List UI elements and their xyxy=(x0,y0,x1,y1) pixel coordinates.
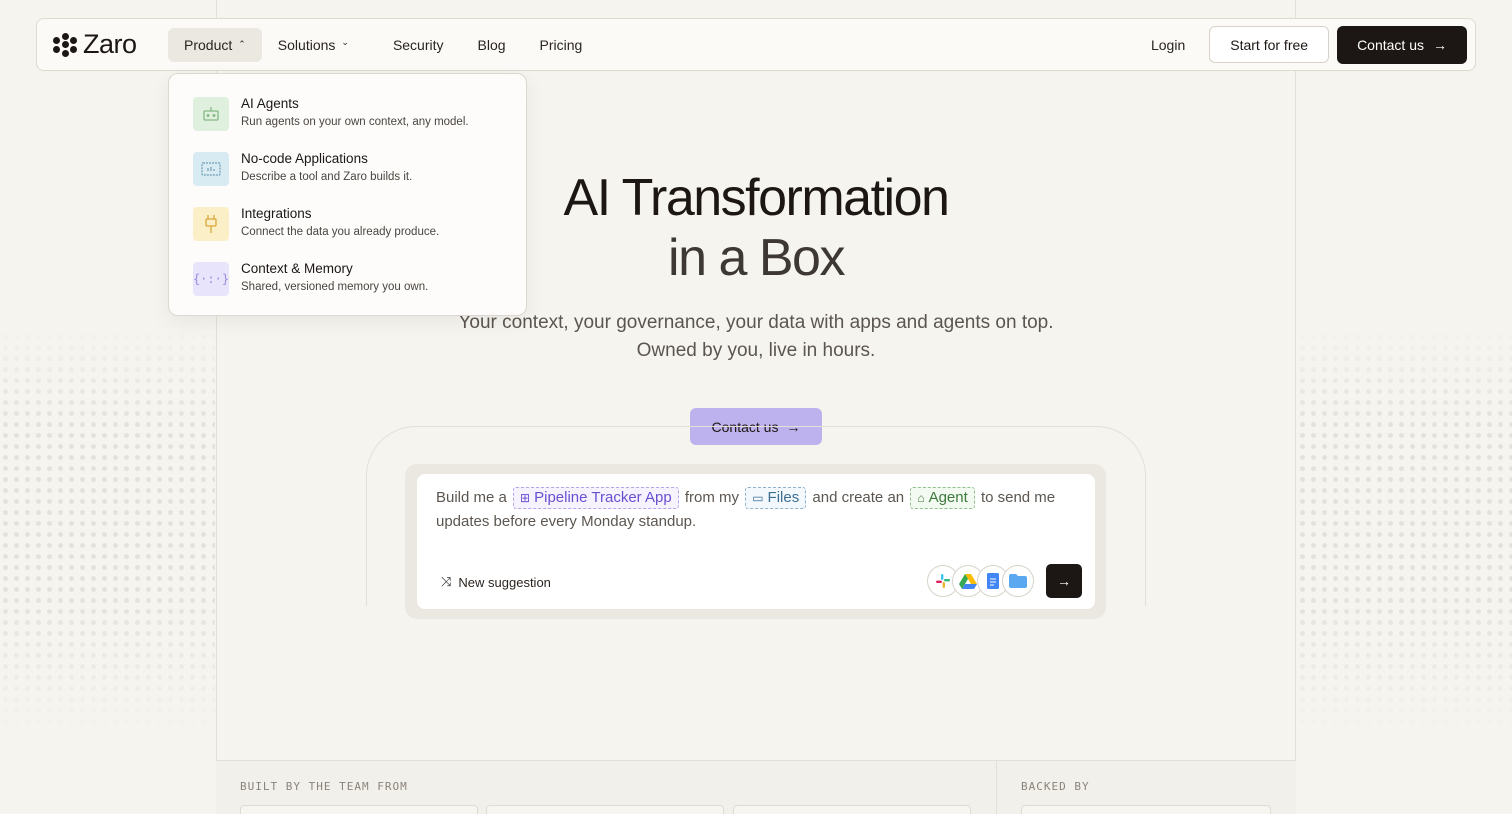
robot-icon: ⌂ xyxy=(917,491,925,505)
braces-icon: {·:·} xyxy=(193,262,229,296)
brand-logo[interactable]: Zaro xyxy=(53,29,168,60)
send-button[interactable]: → xyxy=(1046,564,1082,598)
nav-menu: Product ⌃ Solutions ⌄ Security Blog Pric… xyxy=(168,27,599,62)
login-link[interactable]: Login xyxy=(1151,37,1185,53)
prompt-text-segment: Build me a xyxy=(436,489,507,506)
prompt-text-segment: and create an xyxy=(812,489,905,506)
files-chip[interactable]: ▭ Files xyxy=(745,487,807,509)
shuffle-icon: ⤨ xyxy=(441,574,452,589)
nav-item-label: Blog xyxy=(477,36,506,53)
start-free-label: Start for free xyxy=(1230,36,1309,53)
prompt-input[interactable]: Build me a ⊞ Pipeline Tracker App from my… xyxy=(417,474,1095,609)
arrow-right-icon: → xyxy=(1433,36,1447,53)
menu-item-description: Run agents on your own context, any mode… xyxy=(241,116,469,128)
hero-subtitle-line-2: Owned by you, live in hours. xyxy=(636,340,876,361)
guide-line-right xyxy=(1295,0,1296,814)
robot-icon xyxy=(193,97,229,131)
grid-icon: ⊞ xyxy=(520,491,531,505)
new-suggestion-button[interactable]: ⤨ New suggestion xyxy=(441,574,551,590)
new-suggestion-label: New suggestion xyxy=(458,574,551,590)
menu-item-integrations[interactable]: Integrations Connect the data you alread… xyxy=(193,202,526,257)
menu-item-description: Describe a tool and Zaro builds it. xyxy=(241,171,413,183)
start-free-button[interactable]: Start for free xyxy=(1209,26,1330,63)
nav-item-blog[interactable]: Blog xyxy=(460,28,524,62)
files-chip-label: Files xyxy=(767,489,800,506)
investor-logo-slot xyxy=(1021,805,1271,814)
company-logo-slot xyxy=(733,805,971,814)
social-proof-band: BUILT BY THE TEAM FROM BACKED BY xyxy=(216,760,1296,814)
zaro-logo-icon xyxy=(53,32,77,57)
menu-item-title: No-code Applications xyxy=(241,151,368,166)
menu-item-no-code-applications[interactable]: No-code Applications Describe a tool and… xyxy=(193,147,526,202)
nav-actions: Login Start for free Contact us → xyxy=(1151,25,1467,64)
prompt-text: Build me a ⊞ Pipeline Tracker App from my… xyxy=(436,486,1076,534)
agent-chip[interactable]: ⌂ Agent xyxy=(910,487,975,509)
nav-item-solutions[interactable]: Solutions ⌄ xyxy=(262,28,365,62)
connected-apps xyxy=(927,565,1034,597)
plug-icon xyxy=(193,207,229,241)
nav-item-security[interactable]: Security xyxy=(377,28,460,62)
nav-item-label: Security xyxy=(392,36,444,53)
menu-item-ai-agents[interactable]: AI Agents Run agents on your own context… xyxy=(193,92,526,147)
nav-item-product[interactable]: Product ⌃ xyxy=(168,27,262,62)
top-navbar: Zaro Product ⌃ Solutions ⌄ Security Blog… xyxy=(36,18,1476,71)
company-logo-slot xyxy=(486,805,724,814)
agent-chip-label: Agent xyxy=(928,489,968,506)
hero-subtitle: Your context, your governance, your data… xyxy=(0,309,1512,365)
nav-item-label: Pricing xyxy=(539,36,583,53)
app-chip-label: Pipeline Tracker App xyxy=(534,489,672,506)
arrow-right-icon: → xyxy=(1057,573,1071,589)
chevron-down-icon: ⌄ xyxy=(341,36,349,47)
nav-item-label: Solutions xyxy=(277,36,336,53)
chevron-up-icon: ⌃ xyxy=(238,39,246,49)
menu-item-title: Context & Memory xyxy=(241,261,353,276)
contact-us-label: Contact us xyxy=(1357,36,1424,53)
dot-pattern-left xyxy=(0,320,215,740)
menu-item-context-memory[interactable]: {·:·} Context & Memory Shared, versioned… xyxy=(193,257,526,312)
product-dropdown-menu: AI Agents Run agents on your own context… xyxy=(168,73,527,316)
folder-icon: ▭ xyxy=(752,491,764,505)
nav-item-label: Product xyxy=(184,36,233,53)
nav-item-pricing[interactable]: Pricing xyxy=(524,28,599,62)
prompt-card: Build me a ⊞ Pipeline Tracker App from my… xyxy=(405,464,1106,619)
menu-item-title: Integrations xyxy=(241,206,312,221)
contact-us-button[interactable]: Contact us → xyxy=(1337,25,1467,64)
app-chip[interactable]: ⊞ Pipeline Tracker App xyxy=(513,487,679,509)
band-divider xyxy=(996,761,997,814)
menu-item-description: Connect the data you already produce. xyxy=(241,226,440,238)
built-by-label: BUILT BY THE TEAM FROM xyxy=(240,780,408,793)
app-window-icon xyxy=(193,152,229,186)
backed-by-label: BACKED BY xyxy=(1021,780,1090,793)
menu-item-title: AI Agents xyxy=(241,96,299,111)
company-logo-slot xyxy=(240,805,478,814)
folder-icon xyxy=(1002,565,1034,597)
menu-item-description: Shared, versioned memory you own. xyxy=(241,281,429,293)
brand-name: Zaro xyxy=(83,29,137,59)
prompt-text-segment: from my xyxy=(684,489,740,506)
dot-pattern-right xyxy=(1297,320,1512,740)
